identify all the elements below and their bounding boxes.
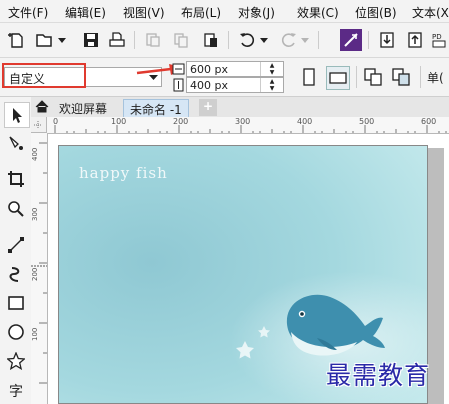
height-icon — [173, 78, 184, 92]
toolbar-divider — [368, 31, 369, 49]
print-icon[interactable] — [106, 29, 128, 51]
watermark-text: 最需教育 — [326, 361, 431, 390]
width-icon — [172, 63, 185, 75]
ruler-v-label: 400 — [31, 147, 39, 161]
ruler-h-label: 100 — [111, 117, 127, 126]
publish-pdf-icon[interactable]: PD — [430, 29, 449, 51]
pick-tool-icon[interactable] — [4, 102, 30, 128]
undo-icon[interactable] — [236, 29, 258, 51]
undo-dropdown-icon[interactable] — [257, 29, 271, 51]
menu-file[interactable]: 文件(F) — [8, 4, 48, 21]
cut-icon[interactable] — [142, 29, 164, 51]
ruler-origin[interactable] — [31, 117, 47, 133]
width-spinner[interactable]: ▲ ▼ — [260, 62, 283, 76]
page-height-value: 400 px — [190, 79, 228, 92]
add-tab-button[interactable]: + — [199, 99, 217, 116]
crop-tool-icon[interactable] — [4, 167, 28, 191]
paste-icon[interactable] — [200, 29, 222, 51]
freehand-tool-icon[interactable] — [4, 233, 28, 257]
ruler-v-label: 100 — [31, 327, 39, 341]
menu-layout[interactable]: 布局(L) — [181, 4, 221, 21]
copy-icon[interactable] — [170, 29, 192, 51]
highlight-box — [2, 63, 86, 88]
polygon-star-tool-icon[interactable] — [4, 349, 28, 373]
all-pages-icon[interactable] — [362, 66, 384, 88]
menu-view[interactable]: 视图(V) — [123, 4, 165, 21]
ruler-h-label: 600 — [421, 117, 437, 126]
ruler-v-label: 200 — [31, 267, 39, 281]
tab-welcome[interactable]: 欢迎屏幕 — [55, 99, 111, 118]
redo-dropdown-icon[interactable] — [298, 29, 312, 51]
ruler-h-label: 200 — [173, 117, 189, 126]
menu-edit[interactable]: 编辑(E) — [65, 4, 106, 21]
rectangle-tool-icon[interactable] — [4, 291, 28, 315]
toolbar-divider — [420, 66, 421, 88]
ruler-h-label: 500 — [359, 117, 375, 126]
menu-effects[interactable]: 效果(C) — [297, 4, 339, 21]
portrait-icon[interactable] — [298, 66, 320, 88]
property-bar: 自定义 600 px ▲ ▼ 400 px ▲ ▼ 单( — [0, 58, 449, 97]
toolbar-divider — [318, 31, 319, 49]
ellipse-tool-icon[interactable] — [4, 320, 28, 344]
ruler-h-label: 400 — [297, 117, 313, 126]
ruler-v-label: 300 — [31, 207, 39, 221]
menu-bitmaps[interactable]: 位图(B) — [355, 4, 397, 21]
shape-tool-icon[interactable] — [4, 131, 28, 155]
landscape-icon[interactable] — [326, 66, 350, 90]
save-icon[interactable] — [80, 29, 102, 51]
redo-icon[interactable] — [278, 29, 300, 51]
toolbar-divider — [134, 31, 135, 49]
page-width-field[interactable]: 600 px ▲ ▼ — [186, 61, 284, 77]
height-spinner[interactable]: ▲ ▼ — [260, 78, 283, 92]
text-tool-icon[interactable]: 字 — [4, 378, 28, 402]
vertical-ruler: 400 300 200 100 — [31, 133, 48, 404]
open-folder-icon[interactable] — [34, 29, 56, 51]
ruler-h-label: 300 — [235, 117, 251, 126]
current-page-icon[interactable] — [390, 66, 412, 88]
artwork-title: happy fish — [79, 164, 168, 182]
toolbox: 字 — [0, 97, 32, 404]
import-icon[interactable] — [376, 29, 398, 51]
search-content-icon[interactable] — [340, 29, 362, 51]
open-dropdown-icon[interactable] — [55, 29, 69, 51]
menu-text[interactable]: 文本(X) — [412, 4, 449, 21]
page-width-value: 600 px — [190, 63, 228, 76]
toolbar-divider — [356, 66, 357, 88]
tab-untitled[interactable]: 未命名 -1 — [123, 99, 189, 119]
zoom-tool-icon[interactable] — [4, 197, 28, 221]
page-height-field[interactable]: 400 px ▲ ▼ — [186, 77, 284, 93]
document-tabs: 欢迎屏幕 未命名 -1 + — [31, 97, 449, 119]
svg-text:字: 字 — [9, 384, 23, 399]
toolbar-divider — [228, 31, 229, 49]
artistic-media-icon[interactable] — [4, 262, 28, 286]
horizontal-ruler: 0 100 200 300 400 500 600 — [47, 117, 449, 134]
svg-text:PD: PD — [432, 33, 442, 41]
units-label: 单( — [427, 71, 444, 85]
standard-toolbar: PD — [0, 23, 449, 58]
new-document-icon[interactable] — [6, 29, 28, 51]
ruler-h-label: 0 — [53, 117, 59, 126]
home-icon[interactable] — [35, 100, 49, 113]
menu-bar: 文件(F) 编辑(E) 视图(V) 布局(L) 对象(J) 效果(C) 位图(B… — [0, 0, 449, 23]
menu-object[interactable]: 对象(J) — [238, 4, 275, 21]
export-icon[interactable] — [404, 29, 426, 51]
